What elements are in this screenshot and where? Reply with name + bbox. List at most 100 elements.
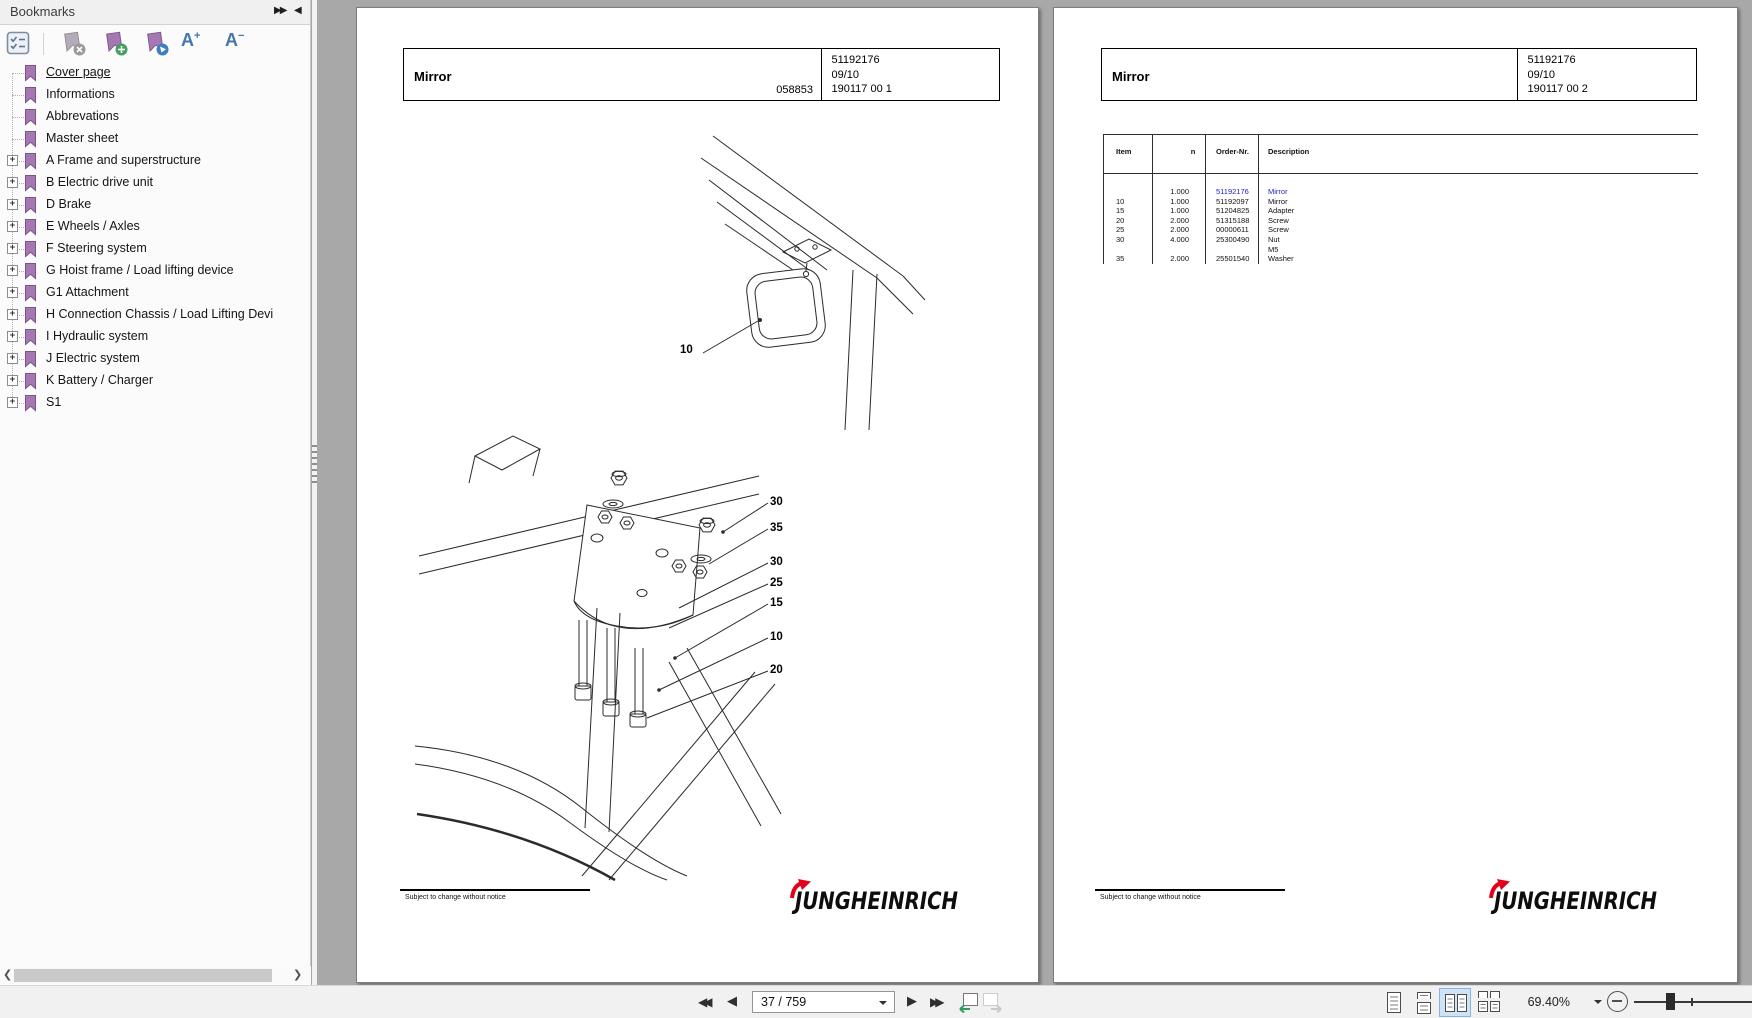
expand-plus-icon[interactable]: +	[7, 397, 18, 408]
bookmark-options-icon[interactable]	[6, 31, 32, 57]
previous-page-button[interactable]: ◀	[727, 994, 737, 1009]
part-number: 51192176	[1527, 54, 1576, 66]
next-view-button[interactable]	[981, 992, 1005, 1013]
zoom-percentage[interactable]: 69.40%	[1490, 995, 1570, 1009]
expand-plus-icon[interactable]: +	[7, 155, 18, 166]
last-page-button[interactable]: ▶▶	[930, 995, 945, 1009]
bookmark-label[interactable]: F Steering system	[46, 241, 147, 255]
expand-plus-icon[interactable]: +	[7, 331, 18, 342]
page-title: Mirror	[1112, 69, 1150, 84]
single-page-view-icon[interactable]	[1383, 990, 1407, 1016]
parts-table-cell: Washer	[1268, 254, 1294, 264]
bookmark-icon	[23, 196, 38, 214]
expand-plus-icon[interactable]: +	[7, 287, 18, 298]
previous-view-button[interactable]	[956, 992, 980, 1013]
bookmark-item[interactable]: + B Electric drive unit	[0, 172, 311, 194]
bookmark-item[interactable]: + J Electric system	[0, 348, 311, 370]
expand-plus-icon[interactable]: +	[7, 199, 18, 210]
viewer-bottom-toolbar: ◀◀ ◀ 37 / 759 ▶ ▶▶ 69.40%	[0, 985, 1752, 1018]
brand-wordmark: JUNGHEINRICH	[1494, 887, 1658, 915]
bookmark-icon	[23, 350, 38, 368]
bookmark-label[interactable]: K Battery / Charger	[46, 373, 153, 387]
bookmarks-vertical-scrollbar[interactable]	[312, 0, 317, 985]
callout-label: 10	[680, 344, 693, 356]
scroll-left-icon[interactable]: ❮	[3, 968, 12, 981]
page-header-box: Mirror 51192176 09/10 190117 00 2	[1101, 48, 1697, 101]
bookmark-label[interactable]: G1 Attachment	[46, 285, 129, 299]
bookmark-label[interactable]: E Wheels / Axles	[46, 219, 140, 233]
expand-plus-icon[interactable]: +	[7, 243, 18, 254]
bookmark-item[interactable]: + E Wheels / Axles	[0, 216, 311, 238]
expand-plus-icon[interactable]: +	[7, 265, 18, 276]
bookmark-label[interactable]: H Connection Chassis / Load Lifting Devi	[46, 307, 273, 321]
page-number-value[interactable]: 37 / 759	[761, 995, 806, 1009]
expand-all-bookmarks-icon[interactable]: ▶▶	[274, 5, 287, 16]
bookmark-item[interactable]: + H Connection Chassis / Load Lifting Dev…	[0, 304, 311, 326]
bookmark-item[interactable]: + S1	[0, 392, 311, 414]
first-page-button[interactable]: ◀◀	[698, 995, 713, 1009]
add-bookmark-icon[interactable]	[103, 31, 129, 57]
bookmark-item[interactable]: + I Hydraulic system	[0, 326, 311, 348]
scroll-right-icon[interactable]: ❯	[293, 968, 302, 981]
expand-plus-icon[interactable]: +	[7, 221, 18, 232]
bookmark-icon	[23, 306, 38, 324]
zoom-slider-track[interactable]	[1634, 1001, 1752, 1003]
continuous-view-icon[interactable]	[1413, 990, 1437, 1016]
locate-bookmark-icon[interactable]	[144, 31, 170, 57]
parts-table-row: 35 2.000 25501540 Washer	[1103, 254, 1698, 264]
facing-page-view-icon[interactable]	[1444, 990, 1468, 1016]
collapse-panel-icon[interactable]: ◀	[294, 5, 302, 16]
expand-plus-icon[interactable]: +	[7, 309, 18, 320]
bookmark-item[interactable]: + A Frame and superstructure	[0, 150, 311, 172]
zoom-dropdown-icon[interactable]	[1594, 1000, 1602, 1004]
bookmark-item[interactable]: + G Hoist frame / Load lifting device	[0, 260, 311, 282]
document-page-left: Mirror 058853 51192176 09/10 190117 00 1	[356, 7, 1039, 983]
bookmark-item[interactable]: + K Battery / Charger	[0, 370, 311, 392]
bookmark-label[interactable]: S1	[46, 395, 61, 409]
bookmark-item[interactable]: + G1 Attachment	[0, 282, 311, 304]
parts-table-cell: 51315188	[1216, 215, 1250, 225]
bookmark-label[interactable]: G Hoist frame / Load lifting device	[46, 263, 234, 277]
bookmark-label[interactable]: Informations	[46, 87, 115, 101]
parts-table-cell: 2.000	[1170, 254, 1189, 264]
mirror-exploded-diagram	[414, 135, 926, 882]
parts-table-cell: M5	[1268, 244, 1279, 254]
expand-plus-icon[interactable]: +	[7, 177, 18, 188]
bookmark-label[interactable]: A Frame and superstructure	[46, 153, 201, 167]
zoom-slider-thumb[interactable]	[1666, 993, 1675, 1010]
bookmark-item[interactable]: Cover page	[0, 62, 311, 84]
bookmark-label[interactable]: Abbrevations	[46, 109, 119, 123]
bookmark-label[interactable]: D Brake	[46, 197, 91, 211]
parts-table-cell: Mirror	[1268, 196, 1288, 206]
callout-label: 30	[770, 496, 783, 508]
bookmarks-panel: Bookmarks ▶▶ ◀ A+ A− Cover page Informati…	[0, 0, 311, 985]
bookmark-icon	[23, 284, 38, 302]
bookmark-icon	[23, 262, 38, 280]
expand-plus-icon[interactable]: +	[7, 353, 18, 364]
parts-table-cell: 20	[1116, 215, 1125, 225]
bookmark-item[interactable]: + D Brake	[0, 194, 311, 216]
panel-splitter-grip[interactable]	[312, 445, 317, 483]
callout-label: 15	[770, 597, 783, 609]
bookmark-item[interactable]: Informations	[0, 84, 311, 106]
delete-bookmark-icon[interactable]	[61, 31, 87, 57]
toolbar-separator	[43, 33, 44, 55]
scrollbar-thumb[interactable]	[14, 969, 272, 982]
expand-plus-icon[interactable]: +	[7, 375, 18, 386]
bookmark-item[interactable]: + F Steering system	[0, 238, 311, 260]
bookmark-item[interactable]: Master sheet	[0, 128, 311, 150]
increase-text-size-icon[interactable]: A+	[181, 30, 200, 51]
next-page-button[interactable]: ▶	[907, 994, 917, 1009]
parts-table-cell: Mirror	[1268, 187, 1288, 196]
bookmark-label[interactable]: J Electric system	[46, 351, 140, 365]
bookmark-label[interactable]: B Electric drive unit	[46, 175, 153, 189]
bookmark-label[interactable]: Cover page	[46, 65, 111, 79]
bookmark-label[interactable]: Master sheet	[46, 131, 118, 145]
decrease-text-size-icon[interactable]: A−	[225, 30, 244, 51]
bookmark-item[interactable]: Abbrevations	[0, 106, 311, 128]
bookmark-label[interactable]: I Hydraulic system	[46, 329, 148, 343]
zoom-out-button[interactable]	[1607, 991, 1628, 1012]
page-number-input[interactable]: 37 / 759	[752, 991, 895, 1013]
page-dropdown-icon[interactable]	[879, 1001, 887, 1005]
bookmarks-horizontal-scrollbar[interactable]: ❮ ❯	[0, 966, 311, 985]
